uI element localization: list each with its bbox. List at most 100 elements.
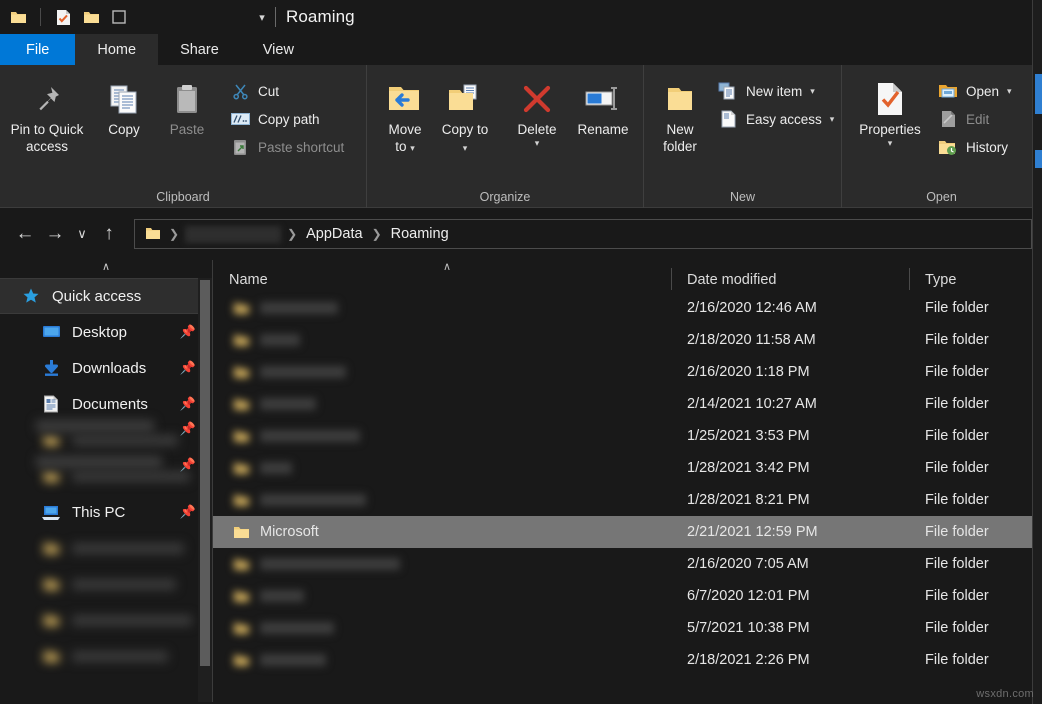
address-bar[interactable]: ❯ ❯ AppData ❯ Roaming xyxy=(134,219,1032,249)
folder-icon xyxy=(40,541,62,556)
pin-to-quick-access-button[interactable]: Pin to Quick access xyxy=(0,73,94,155)
pin-icon[interactable]: 📌 xyxy=(180,360,196,376)
recent-locations-button[interactable]: ∨ xyxy=(70,219,94,249)
sidebar-scrollbar-thumb[interactable] xyxy=(200,280,210,666)
paste-shortcut-button[interactable]: Paste shortcut xyxy=(226,133,352,161)
properties-button[interactable]: Properties ▾ xyxy=(850,73,930,149)
folder-icon xyxy=(233,397,250,412)
customize-icon[interactable] xyxy=(109,7,129,27)
table-row[interactable]: 1/28/2021 8:21 PM File folder xyxy=(213,484,1042,516)
tab-file[interactable]: File xyxy=(0,34,75,65)
table-row[interactable]: 1/28/2021 3:42 PM File folder xyxy=(213,452,1042,484)
watermark: wsxdn.com xyxy=(976,688,1034,700)
rename-button[interactable]: Rename xyxy=(567,73,639,138)
folder-icon[interactable] xyxy=(8,7,28,27)
file-rows: 2/16/2020 12:46 AM File folder 2/18/2020… xyxy=(213,292,1042,676)
move-to-button[interactable]: Move to ▾ xyxy=(375,73,435,157)
properties-caret-icon[interactable]: ▾ xyxy=(888,138,893,149)
properties-icon xyxy=(874,77,906,121)
cut-label: Cut xyxy=(258,84,279,99)
back-button[interactable]: ← xyxy=(10,219,40,249)
sidebar-scroll-up-icon[interactable]: ∧ xyxy=(0,260,212,278)
new-item-caret-icon[interactable]: ▾ xyxy=(810,86,815,97)
table-row[interactable]: 2/14/2021 10:27 AM File folder xyxy=(213,388,1042,420)
sidebar-label-redacted-6 xyxy=(72,651,168,662)
tab-home[interactable]: Home xyxy=(75,34,158,65)
pin-icon[interactable]: 📌 xyxy=(180,324,196,340)
cell-date-modified: 5/7/2021 10:38 PM xyxy=(671,620,909,636)
table-row[interactable]: 2/18/2021 2:26 PM File folder xyxy=(213,644,1042,676)
up-button[interactable]: ↑ xyxy=(94,219,124,249)
open-caret-icon[interactable]: ▾ xyxy=(1007,86,1012,97)
copy-icon xyxy=(107,77,141,121)
pin-icon[interactable]: 📌 xyxy=(180,504,196,520)
new-folder-button[interactable]: New folder xyxy=(652,73,708,155)
column-header-date-modified[interactable]: Date modified xyxy=(671,272,909,288)
delete-button[interactable]: Delete ▾ xyxy=(507,73,567,149)
pin-icon[interactable]: 📌 xyxy=(180,456,196,474)
sidebar-item-redacted-5[interactable] xyxy=(0,602,212,638)
copy-to-icon xyxy=(446,77,484,121)
pin-icon[interactable]: 📌 xyxy=(180,396,196,412)
sidebar-scrollbar[interactable] xyxy=(198,278,212,702)
sidebar-item-downloads[interactable]: Downloads 📌 xyxy=(0,350,212,386)
new-folder-icon[interactable] xyxy=(81,7,101,27)
history-button[interactable]: History xyxy=(934,133,1020,161)
new-item-button[interactable]: New item ▾ xyxy=(714,77,842,105)
table-row[interactable]: 5/7/2021 10:38 PM File folder xyxy=(213,612,1042,644)
breadcrumb-separator: ❯ xyxy=(370,227,384,241)
pin-icon[interactable]: 📌 xyxy=(180,420,196,438)
paste-shortcut-icon xyxy=(230,137,250,157)
ribbon: Pin to Quick access Copy xyxy=(0,65,1042,208)
folder-icon xyxy=(40,577,62,592)
sidebar-item-redacted-4[interactable] xyxy=(0,566,212,602)
easy-access-button[interactable]: Easy access ▾ xyxy=(714,105,842,133)
qat-separator xyxy=(40,8,41,26)
documents-icon xyxy=(40,395,62,413)
table-row[interactable]: 2/16/2020 1:18 PM File folder xyxy=(213,356,1042,388)
paste-button[interactable]: Paste xyxy=(154,73,220,138)
delete-icon xyxy=(520,77,554,121)
cell-type: File folder xyxy=(909,332,1019,348)
folder-icon xyxy=(40,469,62,484)
sidebar-item-this-pc[interactable]: This PC 📌 xyxy=(0,494,212,530)
copy-path-button[interactable]: Copy path xyxy=(226,105,352,133)
cell-date-modified: 1/28/2021 3:42 PM xyxy=(671,460,909,476)
sidebar-item-documents[interactable]: Documents 📌 xyxy=(0,386,212,422)
new-folder-icon xyxy=(663,77,697,121)
breadcrumb-roaming[interactable]: Roaming xyxy=(388,226,452,242)
easy-access-caret-icon[interactable]: ▾ xyxy=(830,114,835,125)
new-item-label: New item xyxy=(746,84,802,99)
sidebar-item-desktop[interactable]: Desktop 📌 xyxy=(0,314,212,350)
breadcrumb-user[interactable] xyxy=(185,226,281,243)
copy-to-caret-icon[interactable]: ▾ xyxy=(463,143,468,153)
column-header-type[interactable]: Type xyxy=(909,272,1019,288)
properties-icon[interactable] xyxy=(53,7,73,27)
open-button[interactable]: Open ▾ xyxy=(934,77,1020,105)
tab-share[interactable]: Share xyxy=(158,34,241,65)
table-row[interactable]: 2/16/2020 7:05 AM File folder xyxy=(213,548,1042,580)
breadcrumb-appdata[interactable]: AppData xyxy=(303,226,365,242)
column-header-name[interactable]: Name xyxy=(213,272,671,288)
table-row[interactable]: 2/16/2020 12:46 AM File folder xyxy=(213,292,1042,324)
sidebar-item-redacted-6[interactable] xyxy=(0,638,212,674)
star-icon xyxy=(20,287,42,305)
edit-button[interactable]: Edit xyxy=(934,105,1020,133)
copy-to-button[interactable]: Copy to ▾ xyxy=(435,73,495,157)
delete-caret-icon[interactable]: ▾ xyxy=(535,138,540,149)
copy-path-label: Copy path xyxy=(258,112,320,127)
sidebar-item-redacted-3[interactable] xyxy=(0,530,212,566)
qat-dropdown-chevron[interactable]: ▾ xyxy=(253,11,271,24)
copy-button[interactable]: Copy xyxy=(94,73,154,138)
open-icon xyxy=(938,81,958,101)
folder-icon xyxy=(40,613,62,628)
tab-view[interactable]: View xyxy=(241,34,316,65)
table-row-selected[interactable]: Microsoft 2/21/2021 12:59 PM File folder xyxy=(213,516,1042,548)
table-row[interactable]: 6/7/2020 12:01 PM File folder xyxy=(213,580,1042,612)
table-row[interactable]: 2/18/2020 11:58 AM File folder xyxy=(213,324,1042,356)
cut-button[interactable]: Cut xyxy=(226,77,352,105)
table-row[interactable]: 1/25/2021 3:53 PM File folder xyxy=(213,420,1042,452)
forward-button[interactable]: → xyxy=(40,219,70,249)
move-to-caret-icon[interactable]: ▾ xyxy=(410,143,415,153)
sidebar-item-quick-access[interactable]: Quick access xyxy=(0,278,212,314)
